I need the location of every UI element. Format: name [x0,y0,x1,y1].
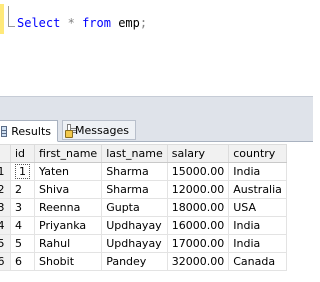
cell-first-name[interactable]: Reenna [33,198,103,217]
grid-icon [1,125,8,137]
cell-text: 5 [15,237,22,250]
cell-text: 3 [15,201,22,214]
cell-salary[interactable]: 15000.00 [166,162,230,181]
column-header-salary[interactable]: salary [166,144,230,163]
cell-last-name[interactable]: Pandey [101,252,168,271]
sql-token: emp [110,16,140,30]
sql-token: ; [139,16,148,30]
results-table: id first_name last_name salary country 1… [0,144,287,271]
query-editor[interactable]: Select * from emp; [0,0,313,96]
column-header-last-name[interactable]: last_name [101,144,168,163]
row-number-header[interactable] [0,144,11,163]
row-number[interactable]: 2 [0,180,11,199]
table-row[interactable]: 5 5 Rahul Updhayay 17000.00 India [0,234,287,253]
cell-id[interactable]: 2 [10,180,35,199]
header-row: id first_name last_name salary country [0,144,287,163]
row-number[interactable]: 5 [0,234,11,253]
row-number[interactable]: 6 [0,252,11,271]
cell-first-name[interactable]: Priyanka [33,216,103,235]
cell-id[interactable]: 4 [10,216,35,235]
results-tab-bar: Results Messages [0,117,313,142]
cell-id[interactable]: 6 [10,252,35,271]
cell-id[interactable]: 5 [10,234,35,253]
cell-salary[interactable]: 12000.00 [166,180,230,199]
sql-code-line[interactable]: Select * from emp; [17,16,147,30]
cell-salary[interactable]: 18000.00 [166,198,230,217]
sql-token: * [67,16,75,30]
cell-first-name[interactable]: Yaten [33,162,103,181]
cell-last-name[interactable]: Gupta [101,198,168,217]
cell-first-name[interactable]: Shobit [33,252,103,271]
cell-last-name[interactable]: Updhayay [101,216,168,235]
cell-first-name[interactable]: Shiva [33,180,103,199]
pane-splitter[interactable] [0,96,313,117]
cell-country[interactable]: USA [228,198,287,217]
change-indicator-bar [0,4,4,34]
cell-country[interactable]: India [228,162,287,181]
tab-results-label: Results [11,124,51,138]
cell-first-name[interactable]: Rahul [33,234,103,253]
cell-text: 2 [15,183,22,196]
cell-last-name[interactable]: Updhayay [101,234,168,253]
messages-icon [65,123,77,138]
row-number[interactable]: 3 [0,198,11,217]
column-header-country[interactable]: country [228,144,287,163]
column-header-first-name[interactable]: first_name [33,144,103,163]
table-row[interactable]: 6 6 Shobit Pandey 32000.00 Canada [0,252,287,271]
cell-country[interactable]: Canada [228,252,287,271]
tab-messages-label: Messages [75,123,129,137]
sql-token: from [82,16,111,30]
cell-salary[interactable]: 32000.00 [166,252,230,271]
table-row[interactable]: 4 4 Priyanka Updhayay 16000.00 India [0,216,287,235]
tab-results[interactable]: Results [0,120,58,142]
cell-last-name[interactable]: Sharma [101,162,168,181]
cell-country[interactable]: India [228,234,287,253]
outline-collapse-line [8,6,15,27]
table-row[interactable]: 2 2 Shiva Sharma 12000.00 Australia [0,180,287,199]
cell-text: 4 [15,219,22,232]
cell-id[interactable]: 3 [10,198,35,217]
cell-text: 6 [15,255,22,268]
column-header-id[interactable]: id [10,144,35,163]
sql-token: Select [17,16,61,30]
table-row[interactable]: 3 3 Reenna Gupta 18000.00 USA [0,198,287,217]
tab-messages[interactable]: Messages [62,120,136,140]
cell-country[interactable]: India [228,216,287,235]
results-grid[interactable]: id first_name last_name salary country 1… [0,142,313,282]
cell-salary[interactable]: 16000.00 [166,216,230,235]
cell-last-name[interactable]: Sharma [101,180,168,199]
cell-id[interactable]: 1 [10,162,35,181]
row-number[interactable]: 4 [0,216,11,235]
cell-country[interactable]: Australia [228,180,287,199]
cell-text: 1 [15,164,30,179]
table-row[interactable]: 1 1 Yaten Sharma 15000.00 India [0,162,287,181]
cell-salary[interactable]: 17000.00 [166,234,230,253]
row-number[interactable]: 1 [0,162,11,181]
